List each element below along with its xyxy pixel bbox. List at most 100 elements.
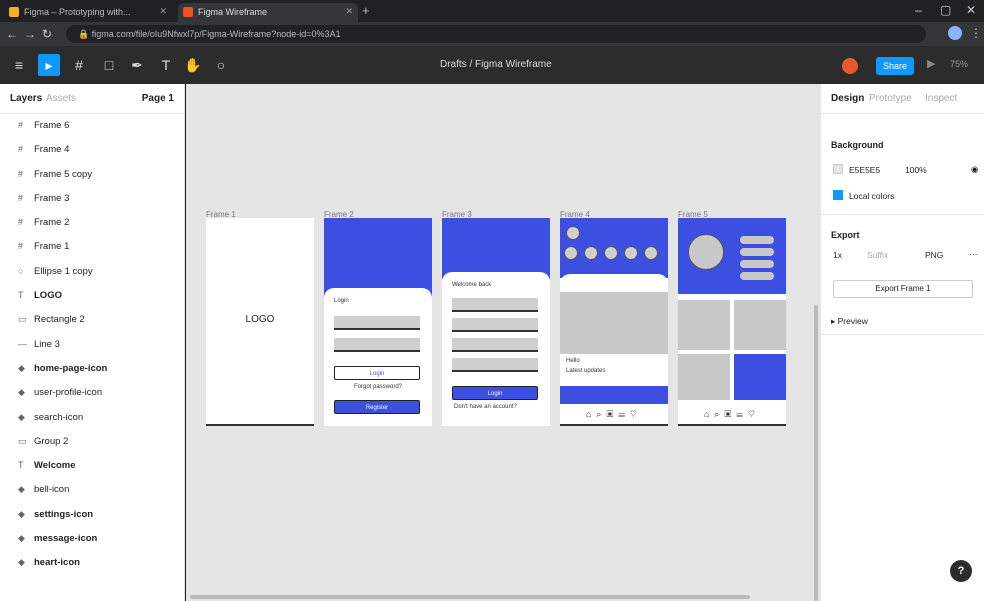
layer-item[interactable]: # Frame 5 copy: [0, 163, 184, 187]
layer-name: user-profile-icon: [34, 387, 103, 399]
hand-tool-icon[interactable]: ✋: [182, 54, 204, 76]
tab-assets[interactable]: Assets: [46, 93, 76, 104]
bg-swatch[interactable]: [833, 164, 843, 174]
layer-item[interactable]: ◆ search-icon: [0, 406, 184, 430]
back-icon[interactable]: ←: [6, 27, 18, 41]
grid-tile[interactable]: [734, 300, 786, 350]
main-menu-icon[interactable]: ≡: [8, 54, 30, 76]
signup-link[interactable]: Don't have an account?: [454, 404, 517, 410]
layer-item[interactable]: ◆ user-profile-icon: [0, 381, 184, 405]
layer-item[interactable]: # Frame 2: [0, 211, 184, 235]
file-name[interactable]: Drafts / Figma Wireframe: [440, 59, 552, 70]
maximize-icon[interactable]: ▢: [940, 3, 951, 17]
frame-tool-icon[interactable]: #: [68, 54, 90, 76]
layer-item[interactable]: ◆ heart-icon: [0, 551, 184, 575]
input-field[interactable]: [452, 298, 538, 312]
profile-avatar[interactable]: [948, 26, 962, 40]
layer-item[interactable]: # Frame 3: [0, 187, 184, 211]
layer-item[interactable]: ◆ message-icon: [0, 527, 184, 551]
url-field[interactable]: 🔒 figma.com/file/oIu9Nfwxl7p/Figma-Wiref…: [66, 25, 926, 43]
text-tool-icon[interactable]: T: [155, 54, 177, 76]
window-close-icon[interactable]: ✕: [966, 3, 976, 17]
user-avatar[interactable]: [842, 58, 858, 74]
frame-4[interactable]: Hello Latest updates ⌂⌕▣☰♡: [560, 218, 668, 426]
bottom-nav[interactable]: ⌂⌕▣☰♡: [560, 409, 668, 420]
frame-5[interactable]: ⌂⌕▣☰♡: [678, 218, 786, 426]
input-field[interactable]: [334, 338, 420, 352]
export-scale[interactable]: 1x: [833, 250, 842, 260]
export-suffix[interactable]: Suffix: [867, 250, 888, 260]
export-format[interactable]: PNG: [925, 250, 943, 260]
help-icon[interactable]: ?: [950, 560, 972, 582]
kebab-menu-icon[interactable]: ⋮: [970, 26, 982, 40]
vertical-scrollbar[interactable]: [814, 305, 818, 601]
bg-hex[interactable]: E5E5E5: [849, 165, 880, 175]
edit-pill[interactable]: [740, 272, 774, 280]
browser-tab-2[interactable]: Figma Wireframe ✕: [178, 3, 358, 22]
tab-title: Figma – Prototyping with...: [24, 7, 131, 17]
grid-tile[interactable]: [678, 354, 730, 400]
minimize-icon[interactable]: –: [915, 3, 922, 17]
move-tool-icon[interactable]: ▸: [38, 54, 60, 76]
story-circle[interactable]: [644, 246, 658, 260]
new-tab-icon[interactable]: +: [362, 3, 370, 18]
layer-item[interactable]: T Welcome: [0, 454, 184, 478]
layer-item[interactable]: ◆ home-page-icon: [0, 357, 184, 381]
color-swatch[interactable]: [833, 190, 843, 200]
reload-icon[interactable]: ↻: [42, 27, 52, 41]
eye-icon[interactable]: ◉: [971, 164, 978, 175]
close-icon[interactable]: ✕: [159, 6, 167, 17]
layer-item[interactable]: # Frame 4: [0, 138, 184, 162]
share-button[interactable]: Share: [876, 57, 914, 75]
bottom-nav[interactable]: ⌂⌕▣☰♡: [678, 409, 786, 420]
shape-tool-icon[interactable]: □: [98, 54, 120, 76]
input-field[interactable]: [452, 318, 538, 332]
card-text: Latest updates: [566, 368, 606, 374]
layer-item[interactable]: ○ Ellipse 1 copy: [0, 260, 184, 284]
zoom-level[interactable]: 75%: [950, 59, 968, 69]
browser-tab-1[interactable]: Figma – Prototyping with... ✕: [4, 3, 172, 22]
tab-prototype[interactable]: Prototype: [869, 93, 912, 104]
layer-item[interactable]: ▭ Group 2: [0, 430, 184, 454]
tab-design[interactable]: Design: [831, 93, 864, 104]
forward-icon[interactable]: →: [24, 27, 36, 41]
story-circle[interactable]: [604, 246, 618, 260]
page-selector[interactable]: Page 1: [142, 93, 174, 104]
export-button[interactable]: Export Frame 1: [833, 280, 973, 298]
design-canvas[interactable]: Frame 1 LOGO Frame 2 Login Login Forgot …: [186, 84, 820, 601]
tab-layers[interactable]: Layers: [10, 93, 42, 104]
present-icon[interactable]: ▶: [927, 57, 935, 70]
frame-3[interactable]: Welcome back Login Don't have an account…: [442, 218, 550, 426]
input-field[interactable]: [452, 338, 538, 352]
close-icon[interactable]: ✕: [345, 6, 353, 17]
frame-2[interactable]: Login Login Forgot password? Register: [324, 218, 432, 426]
grid-tile[interactable]: [678, 300, 730, 350]
more-icon[interactable]: ⋯: [969, 249, 978, 260]
input-field[interactable]: [452, 358, 538, 372]
grid-tile-accent[interactable]: [734, 354, 786, 400]
layer-item[interactable]: — Line 3: [0, 333, 184, 357]
layer-item[interactable]: ◆ bell-icon: [0, 478, 184, 502]
tab-inspect[interactable]: Inspect: [925, 93, 957, 104]
layer-item[interactable]: ◆ settings-icon: [0, 503, 184, 527]
layer-type-icon: #: [18, 144, 24, 155]
pen-tool-icon[interactable]: ✒: [126, 54, 148, 76]
comment-tool-icon[interactable]: ○: [210, 54, 232, 76]
register-button[interactable]: Register: [334, 400, 420, 414]
layer-item[interactable]: # Frame 1: [0, 235, 184, 259]
story-circle[interactable]: [624, 246, 638, 260]
preview-toggle[interactable]: ▸ Preview: [831, 316, 868, 327]
login-button[interactable]: Login: [334, 366, 420, 380]
input-field[interactable]: [334, 316, 420, 330]
story-circle[interactable]: [584, 246, 598, 260]
story-circle[interactable]: [564, 246, 578, 260]
address-bar-row: ← → ↻ 🔒 figma.com/file/oIu9Nfwxl7p/Figma…: [0, 22, 984, 46]
login-button[interactable]: Login: [452, 386, 538, 400]
layer-item[interactable]: ▭ Rectangle 2: [0, 308, 184, 332]
layer-item[interactable]: # Frame 6: [0, 114, 184, 138]
horizontal-scrollbar[interactable]: [190, 595, 750, 599]
frame-1[interactable]: LOGO: [206, 218, 314, 426]
forgot-link[interactable]: Forgot password?: [354, 384, 402, 390]
bg-opacity[interactable]: 100%: [905, 165, 927, 175]
layer-item[interactable]: T LOGO: [0, 284, 184, 308]
